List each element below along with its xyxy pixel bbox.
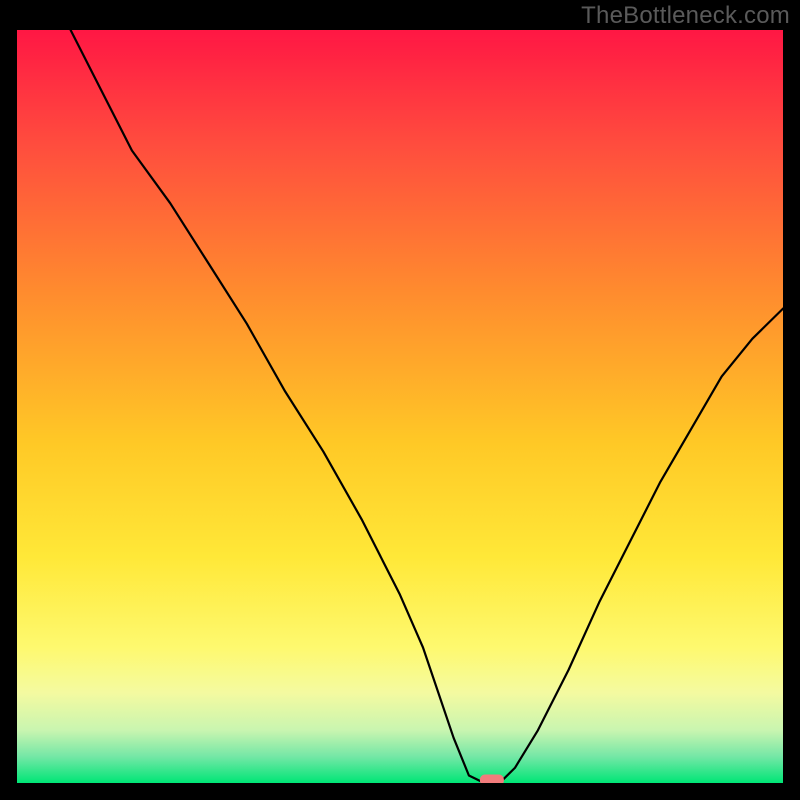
chart-frame: TheBottleneck.com [0,0,800,800]
bottleneck-plot [17,30,783,783]
watermark-text: TheBottleneck.com [581,2,790,30]
optimal-point-marker [480,775,504,784]
gradient-background [17,30,783,783]
